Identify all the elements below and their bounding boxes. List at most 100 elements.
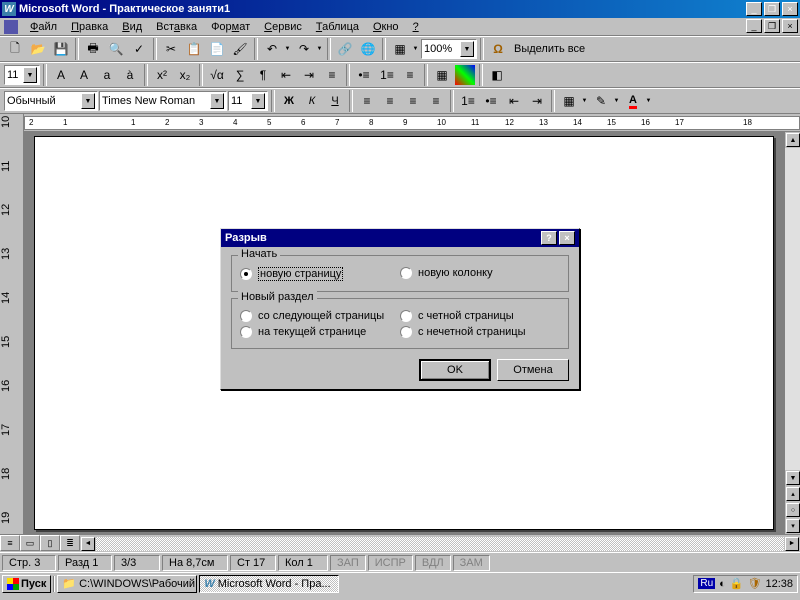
underline-icon[interactable]: Ч (324, 90, 346, 112)
chart-icon[interactable] (454, 64, 476, 86)
scroll-left-icon[interactable]: ◄ (81, 537, 95, 551)
normal-view-icon[interactable]: ≡ (0, 535, 20, 551)
superscript-a-icon[interactable]: A (50, 64, 72, 86)
menu-view[interactable]: Вид (116, 20, 148, 34)
indent-icon[interactable]: ⇥ (526, 90, 548, 112)
align-left-icon[interactable]: ≡ (356, 90, 378, 112)
bullet-list-icon[interactable]: •≡ (480, 90, 502, 112)
tray-clock[interactable]: 12:38 (765, 578, 793, 590)
align-center-icon[interactable]: ≡ (379, 90, 401, 112)
minimize-button[interactable]: _ (746, 2, 762, 16)
menu-window[interactable]: Окно (367, 20, 405, 34)
increase-indent-icon[interactable]: ⇥ (298, 64, 320, 86)
save-icon[interactable]: 💾 (50, 38, 72, 60)
bullets-icon[interactable]: •≡ (353, 64, 375, 86)
new-icon[interactable]: 🗋 (4, 38, 26, 60)
paste-icon[interactable]: 📄 (206, 38, 228, 60)
menu-insert[interactable]: Вставка (150, 20, 203, 34)
web-toolbar-icon[interactable]: 🌐 (357, 38, 379, 60)
redo-dropdown[interactable]: ▼ (315, 38, 324, 60)
decrease-indent-icon[interactable]: ⇤ (275, 64, 297, 86)
spellcheck-icon[interactable]: ✓ (128, 38, 150, 60)
radio-new-column[interactable]: новую колонку (400, 265, 560, 281)
taskbar-explorer[interactable]: 📁C:\WINDOWS\Рабочий с... (57, 575, 197, 593)
menu-format[interactable]: Формат (205, 20, 256, 34)
vertical-scrollbar[interactable]: ▲ ▼ ▴ ○ ▾ (784, 132, 800, 534)
font-size-combo[interactable]: 11▼ (228, 91, 268, 111)
dialog-help-button[interactable]: ? (541, 231, 557, 245)
paragraph-icon[interactable]: ¶ (252, 64, 274, 86)
print-preview-icon[interactable]: 🔍 (105, 38, 127, 60)
font-combo[interactable]: Times New Roman▼ (99, 91, 227, 111)
radio-odd-page[interactable]: с нечетной страницы (400, 324, 560, 340)
sum-icon[interactable]: ∑ (229, 64, 251, 86)
radio-current-page[interactable]: на текущей странице (240, 324, 400, 340)
borders-icon[interactable]: ▦ (558, 90, 580, 112)
scroll-down-icon[interactable]: ▼ (786, 471, 800, 485)
numbering-icon[interactable]: 1≡ (376, 64, 398, 86)
sqrt-icon[interactable]: √α (206, 64, 228, 86)
doc-restore-button[interactable]: ❐ (764, 19, 780, 33)
browse-object-icon[interactable]: ○ (786, 503, 800, 517)
numbered-list-icon[interactable]: 1≡ (457, 90, 479, 112)
radio-even-page[interactable]: с четной страницы (400, 308, 560, 324)
menu-table[interactable]: Таблица (310, 20, 365, 34)
undo-icon[interactable]: ↶ (261, 38, 283, 60)
multilevel-icon[interactable]: ≡ (399, 64, 421, 86)
radio-new-page[interactable]: новую страницу (240, 265, 400, 283)
bold-icon[interactable]: Ж (278, 90, 300, 112)
omega-icon[interactable]: Ω (487, 38, 509, 60)
justify-icon[interactable]: ≡ (425, 90, 447, 112)
next-page-icon[interactable]: ▾ (786, 519, 800, 533)
menu-file[interactable]: Файл (24, 20, 63, 34)
highlight-icon[interactable]: ✎ (590, 90, 612, 112)
left-align-icon[interactable]: ≡ (321, 64, 343, 86)
start-button[interactable]: Пуск (2, 575, 51, 593)
language-indicator[interactable]: Ru (698, 578, 715, 589)
format-painter-icon[interactable]: 🖌 (229, 38, 251, 60)
scroll-right-icon[interactable]: ► (785, 537, 799, 551)
tray-icon-3[interactable]: 🛡 (748, 577, 762, 590)
font-color-icon[interactable]: А (622, 90, 644, 112)
scroll-up-icon[interactable]: ▲ (786, 133, 800, 147)
tray-icon-1[interactable]: ◐ (719, 578, 726, 590)
select-all-label[interactable]: Выделить все (510, 43, 589, 55)
open-icon[interactable]: 📂 (27, 38, 49, 60)
redo-icon[interactable]: ↷ (293, 38, 315, 60)
tray-icon-2[interactable]: 🔒 (730, 577, 744, 590)
accent-a-icon[interactable]: à (119, 64, 141, 86)
font-size-combo-2[interactable]: 11▼ (4, 65, 40, 85)
x-sub-icon[interactable]: x₂ (174, 64, 196, 86)
outline-view-icon[interactable]: ≣ (60, 535, 80, 551)
x-super-icon[interactable]: x² (151, 64, 173, 86)
print-icon[interactable]: 🖶 (82, 38, 104, 60)
style-combo[interactable]: Обычный▼ (4, 91, 98, 111)
subscript-a-icon[interactable]: A (73, 64, 95, 86)
small-a-icon[interactable]: a (96, 64, 118, 86)
web-view-icon[interactable]: ▭ (20, 535, 40, 551)
menu-help[interactable]: ? (407, 20, 425, 34)
close-button[interactable]: × (782, 2, 798, 16)
insert-table-icon[interactable]: ▦ (431, 64, 453, 86)
italic-icon[interactable]: К (301, 90, 323, 112)
taskbar-word[interactable]: WMicrosoft Word - Пра... (199, 575, 339, 593)
menu-edit[interactable]: Правка (65, 20, 114, 34)
doc-minimize-button[interactable]: _ (746, 19, 762, 33)
zoom-combo[interactable]: 100%▼ (421, 39, 477, 59)
maximize-button[interactable]: ❐ (764, 2, 780, 16)
outdent-icon[interactable]: ⇤ (503, 90, 525, 112)
document-map-icon[interactable]: ◧ (486, 64, 508, 86)
radio-next-page[interactable]: со следующей страницы (240, 308, 400, 324)
copy-icon[interactable]: 📋 (183, 38, 205, 60)
ok-button[interactable]: OK (419, 359, 491, 381)
prev-page-icon[interactable]: ▴ (786, 487, 800, 501)
cancel-button[interactable]: Отмена (497, 359, 569, 381)
align-right-icon[interactable]: ≡ (402, 90, 424, 112)
tables-borders-icon[interactable]: ▦ (389, 38, 411, 60)
cut-icon[interactable]: ✂ (160, 38, 182, 60)
undo-dropdown[interactable]: ▼ (283, 38, 292, 60)
doc-close-button[interactable]: × (782, 19, 798, 33)
horizontal-scrollbar[interactable]: ◄ ► (80, 535, 800, 552)
menu-tools[interactable]: Сервис (258, 20, 308, 34)
hyperlink-icon[interactable]: 🔗 (334, 38, 356, 60)
